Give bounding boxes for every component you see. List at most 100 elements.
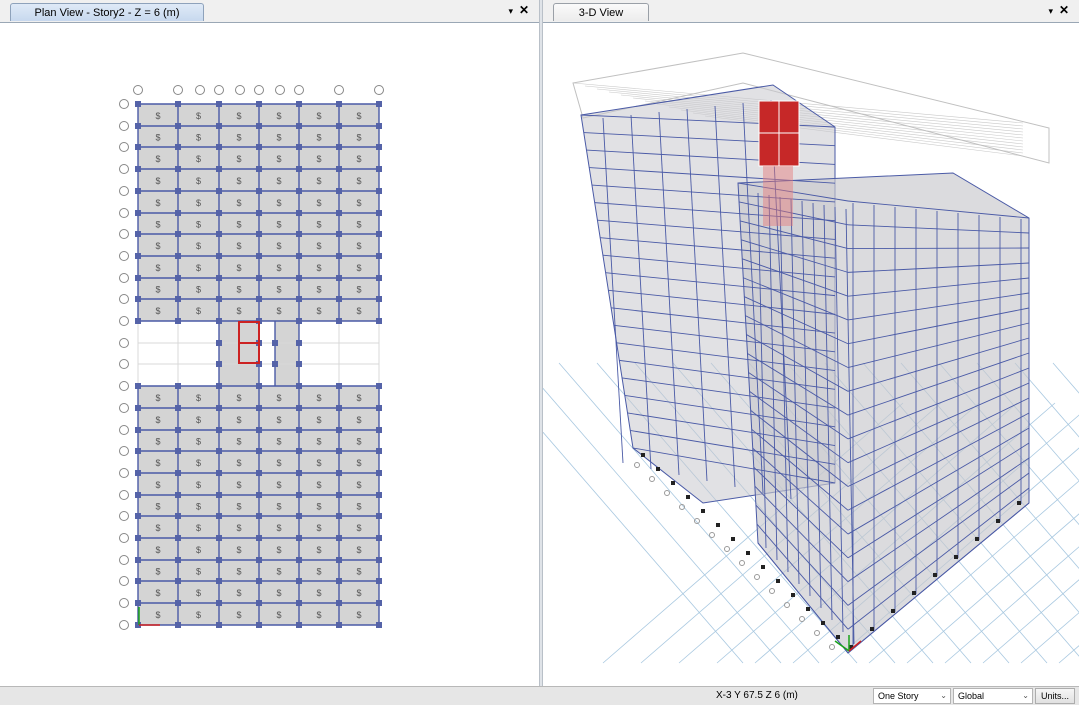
column: [256, 600, 262, 606]
support-marker: [1017, 501, 1021, 505]
column: [296, 557, 302, 563]
column: [216, 253, 222, 259]
column: [376, 622, 382, 628]
column: [175, 275, 181, 281]
column: [175, 535, 181, 541]
column: [216, 188, 222, 194]
slab-mark: $: [196, 220, 201, 230]
slab-mark: $: [316, 285, 321, 295]
column: [175, 296, 181, 302]
slab-mark: $: [356, 523, 361, 533]
ground-grid-line: [1058, 645, 1079, 664]
support-marker: [806, 607, 810, 611]
column: [376, 210, 382, 216]
column: [376, 188, 382, 194]
close-icon[interactable]: ✕: [1059, 3, 1069, 17]
column: [296, 231, 302, 237]
slab-mark: $: [196, 545, 201, 555]
column: [376, 492, 382, 498]
grid-bubble: [119, 316, 129, 326]
slab-mark: $: [316, 220, 321, 230]
tab-plan-view[interactable]: Plan View - Story2 - Z = 6 (m): [10, 3, 204, 21]
column: [296, 123, 302, 129]
column: [216, 340, 222, 346]
slab-mark: $: [155, 437, 160, 447]
slab-mark: $: [276, 480, 281, 490]
column: [175, 123, 181, 129]
column: [336, 535, 342, 541]
column: [376, 318, 382, 324]
column: [336, 448, 342, 454]
column: [296, 166, 302, 172]
slab-mark: $: [236, 502, 241, 512]
plan-view-canvas[interactable]: $ $ $ $ $ $ $ $ $ $ $ $ $ $ $ $ $ $ $ $ $ $ $ $ $ $ $ $ $ $ $ $ $ $ $ $ $ $ $ $…: [0, 23, 539, 685]
tab-3d-view[interactable]: 3-D View: [553, 3, 649, 21]
column: [296, 492, 302, 498]
close-icon[interactable]: ✕: [519, 3, 529, 17]
column: [256, 296, 262, 302]
slab-mark: $: [316, 502, 321, 512]
support-marker: [836, 635, 840, 639]
column: [336, 253, 342, 259]
column: [296, 210, 302, 216]
story-select[interactable]: One Story ⌄: [873, 688, 951, 704]
slab-mark: $: [316, 523, 321, 533]
column: [256, 513, 262, 519]
slab-mark: $: [276, 610, 281, 620]
column: [296, 578, 302, 584]
column: [256, 622, 262, 628]
slab-mark: $: [276, 458, 281, 468]
column: [135, 448, 141, 454]
slab-mark: $: [236, 458, 241, 468]
column: [336, 231, 342, 237]
slab-mark: $: [196, 285, 201, 295]
chevron-down-icon[interactable]: ▾: [508, 6, 513, 17]
column: [376, 578, 382, 584]
column: [216, 275, 222, 281]
slab-mark: $: [276, 567, 281, 577]
3d-view-canvas[interactable]: [543, 23, 1079, 685]
column: [336, 578, 342, 584]
column: [296, 535, 302, 541]
grid-bubble: [119, 446, 129, 456]
slab-mark: $: [316, 588, 321, 598]
slab-mark: $: [356, 133, 361, 143]
column: [216, 296, 222, 302]
support-marker: [933, 573, 937, 577]
column: [376, 253, 382, 259]
coordinate-system-select[interactable]: Global ⌄: [953, 688, 1033, 704]
column: [135, 318, 141, 324]
support-marker: [954, 555, 958, 559]
column: [272, 361, 278, 367]
column: [216, 448, 222, 454]
slab-mark: $: [236, 523, 241, 533]
plan-view-tabbar: Plan View - Story2 - Z = 6 (m) ▾ ✕: [0, 0, 539, 23]
slab-mark: $: [356, 393, 361, 403]
column: [336, 123, 342, 129]
slab-mark: $: [276, 263, 281, 273]
slab-mark: $: [236, 133, 241, 143]
chevron-down-icon[interactable]: ▾: [1048, 6, 1053, 17]
slab-mark: $: [316, 154, 321, 164]
column: [376, 448, 382, 454]
slab-mark: $: [236, 263, 241, 273]
grid-bubble: [254, 85, 264, 95]
ground-grid-line: [1020, 612, 1079, 664]
column: [256, 427, 262, 433]
support-marker: [701, 509, 705, 513]
column: [256, 210, 262, 216]
column: [175, 405, 181, 411]
slab-mark: $: [276, 523, 281, 533]
column: [376, 557, 382, 563]
support-marker: [891, 609, 895, 613]
slab-mark: $: [196, 437, 201, 447]
slab-mark: $: [155, 480, 160, 490]
slab-mark: $: [196, 588, 201, 598]
grid-bubble: [119, 359, 129, 369]
units-button[interactable]: Units...: [1035, 688, 1075, 704]
slab-mark: $: [316, 176, 321, 186]
grid-bubble: [119, 490, 129, 500]
column: [336, 513, 342, 519]
slab-mark: $: [236, 198, 241, 208]
slab-mark: $: [155, 306, 160, 316]
